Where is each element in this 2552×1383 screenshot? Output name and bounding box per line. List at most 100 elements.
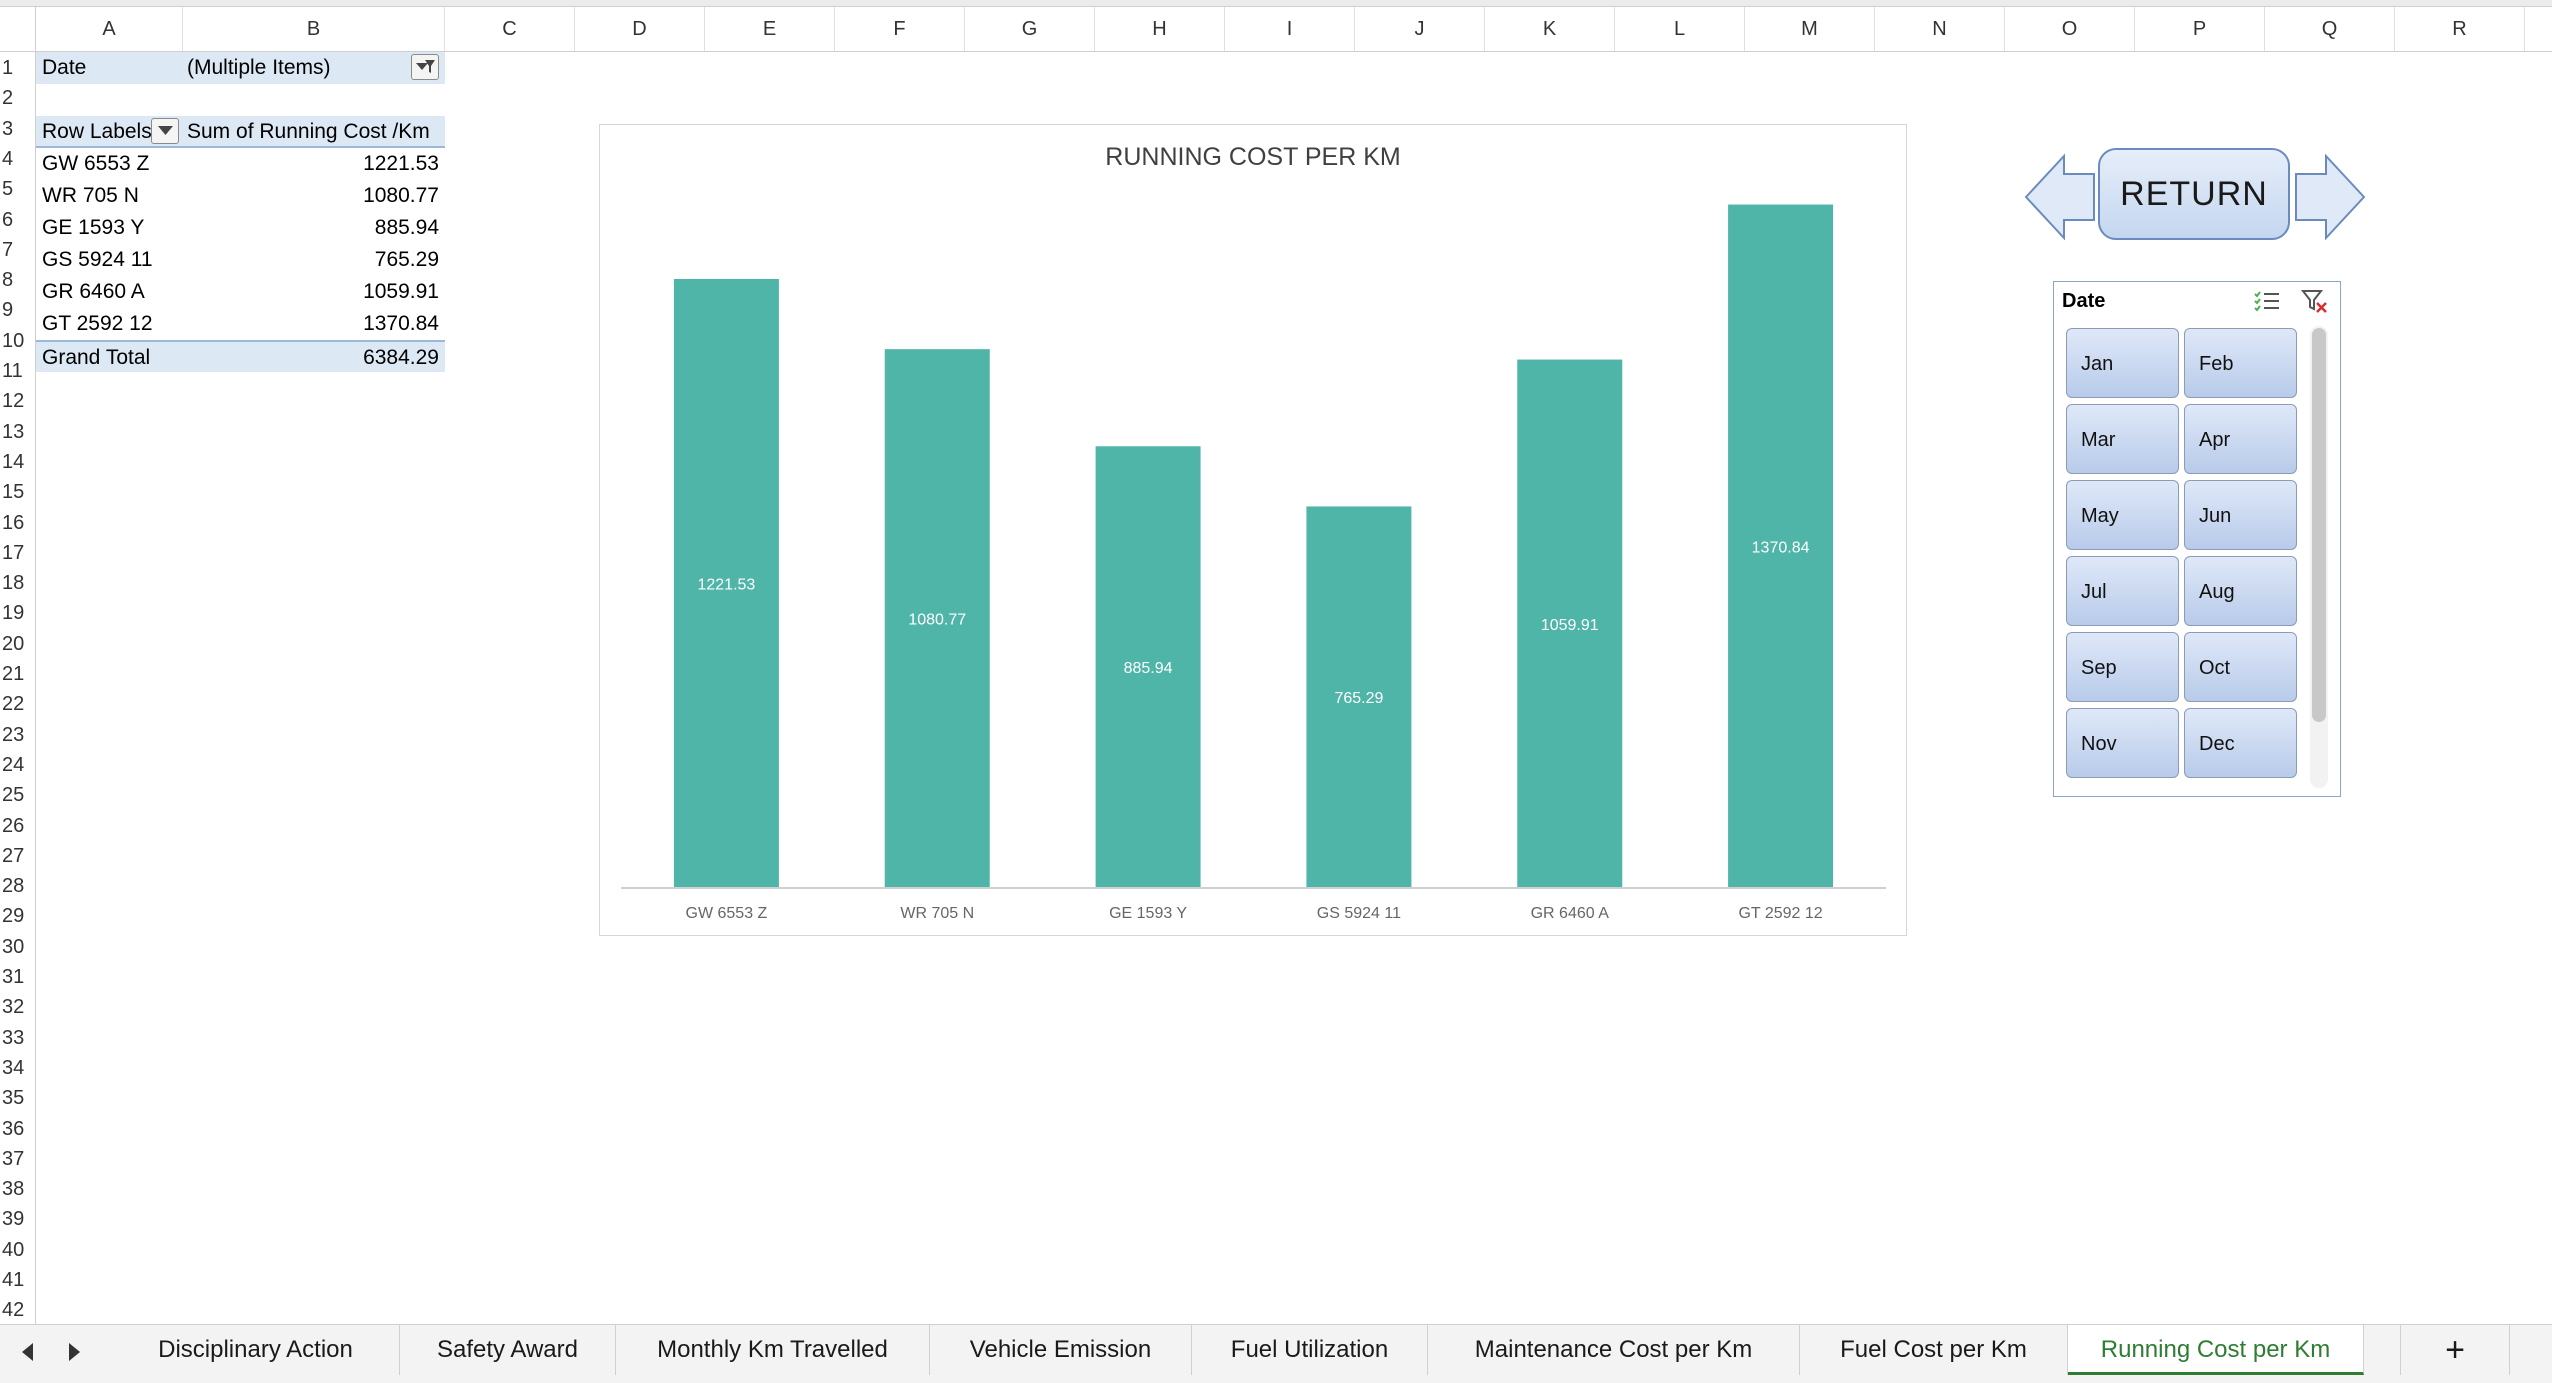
slicer-item-nov[interactable]: Nov [2066,708,2179,778]
slicer-item-feb[interactable]: Feb [2184,328,2297,398]
row-header-33[interactable]: 33 [0,1022,36,1054]
pivot-row-value[interactable]: 1221.53 [183,148,445,180]
row-header-37[interactable]: 37 [0,1143,36,1175]
column-header-a[interactable]: A [36,7,183,51]
row-header-8[interactable]: 8 [0,264,36,296]
column-header-h[interactable]: H [1095,7,1225,51]
sheet-tab-vehicle-emission[interactable]: Vehicle Emission [930,1325,1192,1375]
column-header-c[interactable]: C [445,7,575,51]
pivot-row-label[interactable]: GT 2592 12 [36,308,183,340]
slicer-item-sep[interactable]: Sep [2066,632,2179,702]
row-header-42[interactable]: 42 [0,1294,36,1326]
row-header-27[interactable]: 27 [0,840,36,872]
row-header-16[interactable]: 16 [0,507,36,539]
row-header-19[interactable]: 19 [0,597,36,629]
slicer-item-dec[interactable]: Dec [2184,708,2297,778]
row-header-23[interactable]: 23 [0,719,36,751]
sheet-tab-maintenance-cost-per-km[interactable]: Maintenance Cost per Km [1428,1325,1800,1375]
row-header-17[interactable]: 17 [0,537,36,569]
pivot-row-label[interactable]: GS 5924 11 [36,244,183,276]
row-header-5[interactable]: 5 [0,173,36,205]
running-cost-chart[interactable]: RUNNING COST PER KM 1221.53 GW 6553 Z 1080… [599,124,1907,936]
column-header-p[interactable]: P [2135,7,2265,51]
pivot-row-value[interactable]: 1370.84 [183,308,445,340]
row-header-26[interactable]: 26 [0,810,36,842]
row-header-13[interactable]: 13 [0,416,36,448]
column-header-d[interactable]: D [575,7,705,51]
pivot-row-label[interactable]: WR 705 N [36,180,183,212]
pivot-grand-total-label[interactable]: Grand Total [36,340,183,372]
pivot-filter-label[interactable]: Date [36,52,183,84]
pivot-row-value[interactable]: 1059.91 [183,276,445,308]
sheet-tab-disciplinary-action[interactable]: Disciplinary Action [112,1325,400,1375]
sheet-tab-running-cost-per-km[interactable]: Running Cost per Km [2068,1325,2364,1375]
pivot-row-value[interactable]: 1080.77 [183,180,445,212]
row-header-2[interactable]: 2 [0,82,36,114]
row-header-29[interactable]: 29 [0,900,36,932]
row-header-32[interactable]: 32 [0,991,36,1023]
pivot-row-value[interactable]: 765.29 [183,244,445,276]
row-header-20[interactable]: 20 [0,628,36,660]
row-header-35[interactable]: 35 [0,1082,36,1114]
row-header-21[interactable]: 21 [0,658,36,690]
column-header-m[interactable]: M [1745,7,1875,51]
column-header-l[interactable]: L [1615,7,1745,51]
column-header-n[interactable]: N [1875,7,2005,51]
column-header-f[interactable]: F [835,7,965,51]
slicer-item-oct[interactable]: Oct [2184,632,2297,702]
pivot-filter-value[interactable]: (Multiple Items) [183,52,445,84]
row-header-9[interactable]: 9 [0,294,36,326]
pivot-row-value[interactable]: 885.94 [183,212,445,244]
scroll-tabs-left-icon[interactable] [18,1341,38,1363]
add-sheet-button[interactable]: + [2400,1325,2510,1375]
clear-filter-icon[interactable] [2300,288,2330,314]
slicer-item-jul[interactable]: Jul [2066,556,2179,626]
row-header-10[interactable]: 10 [0,325,36,357]
slicer-item-jan[interactable]: Jan [2066,328,2179,398]
row-header-36[interactable]: 36 [0,1113,36,1145]
sheet-tab-fuel-utilization[interactable]: Fuel Utilization [1192,1325,1428,1375]
row-header-15[interactable]: 15 [0,476,36,508]
pivot-row-label[interactable]: GW 6553 Z [36,148,183,180]
pivot-filter-dropdown-button[interactable] [411,54,439,80]
return-button[interactable]: RETURN [2098,148,2290,240]
row-header-18[interactable]: 18 [0,567,36,599]
row-header-22[interactable]: 22 [0,688,36,720]
column-header-r[interactable]: R [2395,7,2525,51]
slicer-item-aug[interactable]: Aug [2184,556,2297,626]
slicer-item-mar[interactable]: Mar [2066,404,2179,474]
scroll-tabs-right-icon[interactable] [64,1341,84,1363]
row-labels-dropdown-button[interactable] [151,118,179,144]
row-header-11[interactable]: 11 [0,355,36,387]
column-header-o[interactable]: O [2005,7,2135,51]
select-all-corner[interactable] [0,7,36,51]
column-header-j[interactable]: J [1355,7,1485,51]
row-header-14[interactable]: 14 [0,446,36,478]
row-header-38[interactable]: 38 [0,1173,36,1205]
column-header-b[interactable]: B [183,7,445,51]
sheet-tab-monthly-km-travelled[interactable]: Monthly Km Travelled [616,1325,930,1375]
pivot-row-label[interactable]: GR 6460 A [36,276,183,308]
sheet-tab-safety-award[interactable]: Safety Award [400,1325,616,1375]
column-header-k[interactable]: K [1485,7,1615,51]
row-header-31[interactable]: 31 [0,961,36,993]
pivot-grand-total-value[interactable]: 6384.29 [183,340,445,372]
multi-select-icon[interactable] [2252,288,2282,314]
slicer-scrollbar-thumb[interactable] [2312,328,2326,722]
pivot-row-label[interactable]: GE 1593 Y [36,212,183,244]
column-header-e[interactable]: E [705,7,835,51]
row-header-41[interactable]: 41 [0,1264,36,1296]
row-header-1[interactable]: 1 [0,52,36,84]
row-header-34[interactable]: 34 [0,1052,36,1084]
row-header-28[interactable]: 28 [0,870,36,902]
row-header-24[interactable]: 24 [0,749,36,781]
row-header-12[interactable]: 12 [0,385,36,417]
column-header-i[interactable]: I [1225,7,1355,51]
row-header-7[interactable]: 7 [0,234,36,266]
row-header-3[interactable]: 3 [0,113,36,145]
slicer-item-may[interactable]: May [2066,480,2179,550]
date-slicer[interactable]: Date Jan Feb Mar Apr May Jun Jul Aug Sep Oct Nov De… [2053,281,2341,797]
column-header-q[interactable]: Q [2265,7,2395,51]
sheet-tab-fuel-cost-per-km[interactable]: Fuel Cost per Km [1800,1325,2068,1375]
row-header-39[interactable]: 39 [0,1203,36,1235]
